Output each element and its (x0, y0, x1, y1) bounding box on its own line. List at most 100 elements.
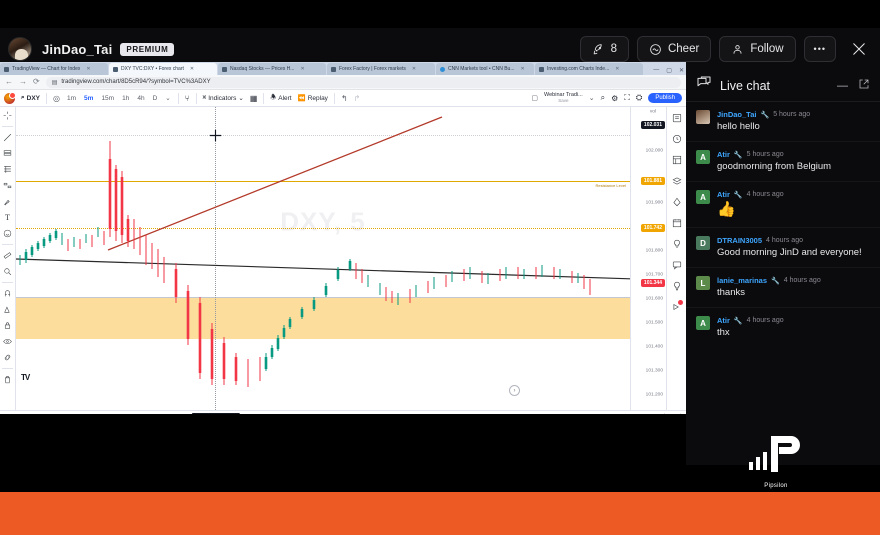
tab-close-icon[interactable]: ✕ (412, 66, 416, 72)
timeframe-1h[interactable]: 1h (121, 95, 130, 102)
timeframe-15m[interactable]: 15m (100, 95, 115, 102)
emoji-tool-icon[interactable] (2, 228, 14, 239)
browser-tab[interactable]: Investing.com Charts Inde... ✕ (535, 63, 643, 75)
chart-type-icon[interactable]: ⑂ (185, 94, 190, 103)
undo-icon[interactable]: ↰ (341, 94, 348, 103)
symbol-search[interactable]: ⌕ DXY (21, 94, 40, 102)
indicators-button[interactable]: ⩙ Indicators ⌄ (203, 94, 244, 102)
more-options-button[interactable]: ••• (803, 36, 836, 62)
timeframe-dropdown-icon[interactable]: ⌄ (164, 94, 171, 102)
reload-icon[interactable]: ⟳ (33, 78, 40, 86)
streaming-badge (678, 300, 683, 305)
brush-tool-icon[interactable] (2, 196, 14, 207)
browser-tab[interactable]: CNN Markets tool • CNN Bu... ✕ (436, 63, 534, 75)
timeframe-4h[interactable]: 4h (136, 95, 145, 102)
chevron-down-icon: ⌄ (238, 95, 244, 102)
templates-icon[interactable]: ▦ (250, 94, 258, 103)
search-symbol-icon[interactable]: ⌕ (601, 93, 605, 103)
calendar-icon[interactable] (670, 216, 683, 229)
avatar[interactable]: L (696, 276, 710, 290)
chat-username[interactable]: DTRAIN3005 (717, 236, 762, 245)
hide-drawings-tool-icon[interactable] (2, 336, 14, 347)
cheer-button[interactable]: Cheer (636, 36, 712, 62)
tab-close-icon[interactable]: ✕ (521, 66, 525, 72)
pattern-tool-icon[interactable] (2, 148, 14, 159)
forward-icon[interactable]: → (19, 78, 27, 86)
back-icon[interactable]: ← (5, 78, 13, 86)
chat-minimize-button[interactable]: — (837, 80, 848, 92)
crosshair-tool-icon[interactable] (2, 110, 14, 121)
price-tick: 101.300 (645, 368, 663, 374)
follow-button[interactable]: Follow (719, 36, 796, 62)
layout-name-button[interactable]: Webinar Tradi... Save (544, 92, 583, 104)
alert-button[interactable]: 🕭 Alert (270, 93, 291, 104)
cheer-label: Cheer (667, 43, 700, 55)
address-bar[interactable]: ▤ tradingview.com/chart/8D5cR94/?symbol=… (45, 76, 681, 88)
publish-button[interactable]: Publish (648, 93, 682, 103)
timeframe-1m[interactable]: 1m (66, 95, 77, 102)
price-axis[interactable]: vol 102.031 102.000 101.881 101.900 101.… (630, 107, 666, 410)
window-minimize-button[interactable]: — (653, 67, 659, 74)
time-axis[interactable]: 14:05 Jan '24 21:50 15:08:19 (UTC+8) (0, 410, 686, 414)
browser-tab[interactable]: Forex Factory | Forex markets ✕ (327, 63, 435, 75)
chat-icon[interactable] (670, 258, 683, 271)
browser-tab[interactable]: Nasdaq Stocks — Prices H... ✕ (218, 63, 326, 75)
replay-button[interactable]: ⏪ Replay (298, 94, 328, 103)
trend-line-tool-icon[interactable] (2, 132, 14, 143)
tab-close-icon[interactable]: ✕ (300, 66, 304, 72)
ideas-icon[interactable] (670, 237, 683, 250)
chat-username[interactable]: lanie_marinas (717, 276, 767, 285)
chat-message: A Atir 🔧 4 hours ago thx (686, 308, 880, 347)
avatar[interactable] (696, 110, 710, 124)
timeframe-5m[interactable]: 5m (83, 95, 94, 102)
compare-icon[interactable]: ◎ (53, 94, 60, 103)
tab-close-icon[interactable]: ✕ (615, 66, 619, 72)
window-close-button[interactable]: ✕ (679, 67, 684, 74)
text-tool-icon[interactable]: T (2, 212, 14, 223)
chat-username[interactable]: Atir (717, 150, 730, 159)
zoom-tool-icon[interactable] (2, 266, 14, 277)
chart-settings-icon[interactable]: ⚙ (611, 94, 618, 103)
chat-username[interactable]: Atir (717, 190, 730, 199)
browser-tab[interactable]: TradingView — Chart for Index ✕ (0, 63, 108, 75)
snapshot-icon[interactable]: ⛭ (636, 93, 642, 103)
channel-avatar[interactable] (8, 37, 32, 61)
timeframe-d[interactable]: D (152, 95, 159, 102)
window-maximize-button[interactable]: ▢ (666, 67, 672, 74)
prediction-tool-icon[interactable] (2, 180, 14, 191)
avatar[interactable]: A (696, 316, 710, 330)
chat-popout-button[interactable] (858, 77, 870, 95)
watchlist-icon[interactable] (670, 111, 683, 124)
layout-dropdown-icon[interactable]: ⌄ (589, 94, 595, 102)
fib-tool-icon[interactable] (2, 164, 14, 175)
lock-tool-icon[interactable] (2, 320, 14, 331)
alerts-icon[interactable] (670, 132, 683, 145)
data-window-icon[interactable] (670, 153, 683, 166)
layout-select-icon[interactable]: ▢ (531, 94, 538, 102)
fullscreen-icon[interactable]: ⛶ (624, 93, 630, 103)
hotlists-icon[interactable] (670, 174, 683, 187)
stay-drawing-tool-icon[interactable] (2, 304, 14, 315)
object-tree-tool-icon[interactable] (2, 352, 14, 363)
redo-icon[interactable]: ↱ (354, 94, 361, 103)
avatar[interactable]: A (696, 190, 710, 204)
tab-close-icon[interactable]: ✕ (190, 66, 194, 72)
avatar[interactable]: D (696, 236, 710, 250)
tab-close-icon[interactable]: ✕ (86, 66, 90, 72)
chat-username[interactable]: JinDao_Tai (717, 110, 756, 119)
tab-favicon (539, 66, 544, 72)
ruler-tool-icon[interactable] (2, 250, 14, 261)
chart-plot-area[interactable]: DXY, 5 Resistance Level TV › (16, 107, 630, 410)
browser-tab-active[interactable]: DXY TVC:DXY • Forex chart ✕ (109, 63, 217, 75)
remove-drawings-tool-icon[interactable] (2, 374, 14, 385)
close-stream-button[interactable] (844, 34, 874, 64)
magnet-tool-icon[interactable] (2, 288, 14, 299)
streaming-icon[interactable] (670, 300, 683, 313)
dom-icon[interactable] (670, 195, 683, 208)
avatar[interactable]: A (696, 150, 710, 164)
price-tick: 101.900 (645, 200, 663, 206)
chat-username[interactable]: Atir (717, 316, 730, 325)
reset-chart-button[interactable]: › (509, 385, 520, 396)
rocket-button[interactable]: 8 (579, 36, 629, 62)
notifications-icon[interactable] (670, 279, 683, 292)
